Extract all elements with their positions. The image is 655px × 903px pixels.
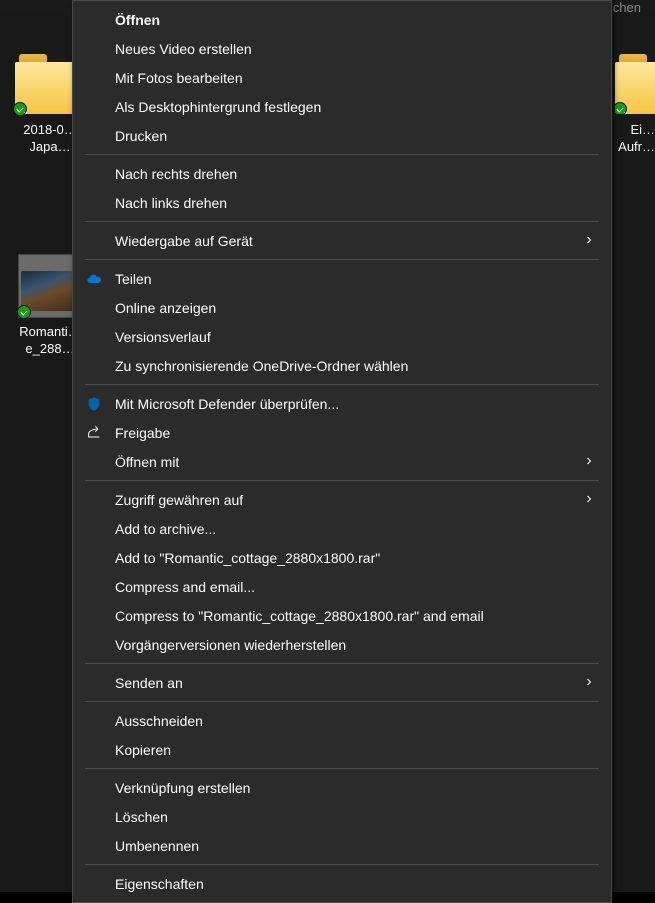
menu-new-video[interactable]: Neues Video erstellen [73,34,611,63]
menu-separator [85,384,599,385]
menu-properties[interactable]: Eigenschaften [73,869,611,898]
menu-choose-onedrive-folders[interactable]: Zu synchronisierende OneDrive-Ordner wäh… [73,351,611,380]
sync-status-icon [13,102,27,116]
menu-separator [85,768,599,769]
menu-separator [85,154,599,155]
menu-share[interactable]: Freigabe [73,418,611,447]
menu-rename[interactable]: Umbenennen [73,831,611,860]
sync-status-icon [615,102,627,114]
menu-separator [85,259,599,260]
context-menu: Öffnen Neues Video erstellen Mit Fotos b… [72,0,612,903]
menu-open-with[interactable]: Öffnen mit [73,447,611,476]
menu-edit-photos[interactable]: Mit Fotos bearbeiten [73,63,611,92]
sync-status-icon [17,305,31,319]
menu-create-shortcut[interactable]: Verknüpfung erstellen [73,773,611,802]
menu-send-to[interactable]: Senden an [73,668,611,697]
menu-add-archive[interactable]: Add to archive... [73,514,611,543]
menu-copy[interactable]: Kopieren [73,735,611,764]
menu-grant-access[interactable]: Zugriff gewähren auf [73,485,611,514]
menu-separator [85,663,599,664]
menu-open[interactable]: Öffnen [73,5,611,34]
menu-version-history[interactable]: Versionsverlauf [73,322,611,351]
menu-restore-previous[interactable]: Vorgängerversionen wiederherstellen [73,630,611,659]
cloud-icon [85,270,103,288]
menu-compress-email[interactable]: Compress and email... [73,572,611,601]
menu-set-wallpaper[interactable]: Als Desktophintergrund festlegen [73,92,611,121]
menu-add-rar[interactable]: Add to "Romantic_cottage_2880x1800.rar" [73,543,611,572]
menu-compress-rar-email[interactable]: Compress to "Romantic_cottage_2880x1800.… [73,601,611,630]
menu-print[interactable]: Drucken [73,121,611,150]
chevron-right-icon [583,675,595,691]
chevron-right-icon [583,492,595,508]
chevron-right-icon [583,454,595,470]
menu-separator [85,480,599,481]
menu-separator [85,701,599,702]
share-icon [85,424,103,442]
chevron-right-icon [583,233,595,249]
menu-separator [85,864,599,865]
shield-icon [85,395,103,413]
menu-cut[interactable]: Ausschneiden [73,706,611,735]
menu-rotate-right[interactable]: Nach rechts drehen [73,159,611,188]
menu-separator [85,221,599,222]
menu-onedrive-share[interactable]: Teilen [73,264,611,293]
menu-cast[interactable]: Wiedergabe auf Gerät [73,226,611,255]
menu-rotate-left[interactable]: Nach links drehen [73,188,611,217]
folder-icon [615,54,655,114]
menu-defender-scan[interactable]: Mit Microsoft Defender überprüfen... [73,389,611,418]
menu-delete[interactable]: Löschen [73,802,611,831]
menu-view-online[interactable]: Online anzeigen [73,293,611,322]
